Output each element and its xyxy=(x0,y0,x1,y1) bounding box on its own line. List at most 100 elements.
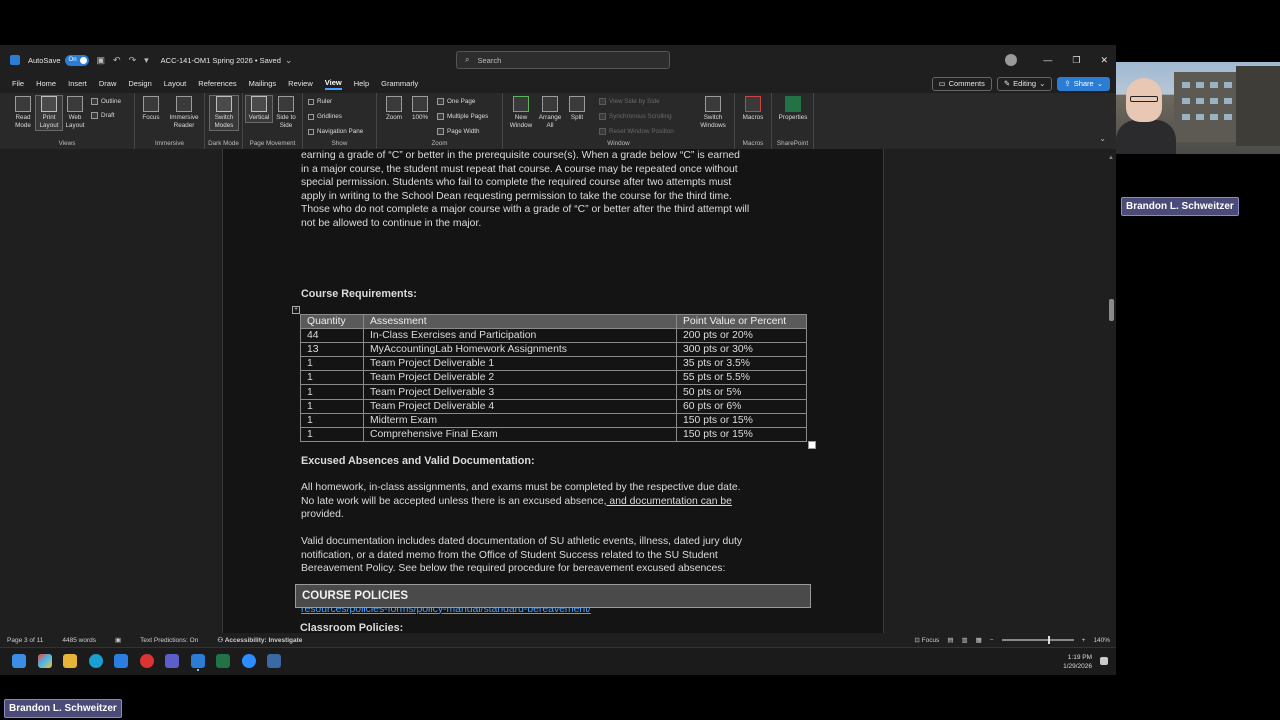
collapse-ribbon-icon[interactable]: ⌄ xyxy=(1099,134,1106,143)
text-run: can be xyxy=(700,495,732,507)
document-title[interactable]: ACC-141-OM1 Spring 2026 • Saved xyxy=(161,56,281,65)
text-line: not be allowed to continue in the major. xyxy=(301,217,482,229)
vertical-button[interactable]: Vertical xyxy=(245,95,273,123)
background-building-tower xyxy=(1236,66,1280,146)
table-row: 44 In-Class Exercises and Participation 20… xyxy=(300,328,807,344)
tab-grammarly[interactable]: Grammarly xyxy=(381,79,418,88)
synchronous-scrolling-button[interactable]: Synchronous Scrolling xyxy=(599,113,672,120)
table-cell: 13 xyxy=(300,342,364,358)
close-icon[interactable]: ✕ xyxy=(1100,55,1108,66)
copilot-icon[interactable] xyxy=(38,654,52,668)
account-avatar[interactable] xyxy=(1005,54,1018,66)
new-window-button[interactable]: New Window xyxy=(508,96,534,130)
tab-file[interactable]: File xyxy=(12,79,24,88)
outlook-icon[interactable] xyxy=(114,654,128,668)
immersive-group-label: Immersive xyxy=(154,140,185,147)
document-page[interactable]: earning a grade of “C” or better in the … xyxy=(222,149,884,633)
save-icon[interactable]: ▣ xyxy=(97,55,106,66)
tab-view[interactable]: View xyxy=(324,78,342,90)
macros-button[interactable]: Macros xyxy=(740,96,766,122)
zoom-button[interactable]: Zoom xyxy=(381,96,407,122)
customize-toolbar-icon[interactable]: ▾ xyxy=(144,55,149,66)
zoom-level[interactable]: 140% xyxy=(1093,637,1110,644)
focus-mode-button[interactable]: ⊡ Focus xyxy=(914,636,939,644)
tab-design[interactable]: Design xyxy=(128,79,151,88)
app-icon[interactable] xyxy=(267,654,281,668)
pdf-reader-icon[interactable] xyxy=(140,654,154,668)
one-page-button[interactable]: One Page xyxy=(437,98,475,105)
ruler-checkbox[interactable]: Ruler xyxy=(308,98,332,105)
file-explorer-icon[interactable] xyxy=(63,654,77,668)
print-layout-button[interactable]: Print Layout xyxy=(35,95,63,131)
table-cell: 55 pts or 5.5% xyxy=(676,370,807,386)
zoom-out-icon[interactable]: − xyxy=(990,637,994,644)
bereavement-link-continued[interactable]: resources/policies-forms/policy-manual/s… xyxy=(301,603,809,617)
reset-window-position-button[interactable]: Reset Window Position xyxy=(599,128,674,135)
immersive-reader-button[interactable]: Immersive Reader xyxy=(167,96,201,130)
word-count[interactable]: 4485 words xyxy=(62,637,96,644)
sun-icon xyxy=(216,96,232,112)
tab-home[interactable]: Home xyxy=(36,79,56,88)
system-clock[interactable]: 1:19 PM 1/29/2026 xyxy=(1063,653,1092,671)
tab-layout[interactable]: Layout xyxy=(164,79,187,88)
share-button[interactable]: ⇪ Share ⌄ xyxy=(1057,76,1110,91)
table-resize-handle[interactable] xyxy=(808,441,816,449)
text-line: provided. xyxy=(301,509,344,520)
sharepoint-group-label: SharePoint xyxy=(776,140,809,147)
switch-modes-button[interactable]: Switch Modes xyxy=(209,95,239,131)
tab-help[interactable]: Help xyxy=(354,79,369,88)
arrange-all-button[interactable]: Arrange All xyxy=(537,96,563,130)
side-to-side-button[interactable]: Side to Side xyxy=(273,96,299,130)
tab-insert[interactable]: Insert xyxy=(68,79,87,88)
tab-review[interactable]: Review xyxy=(288,79,313,88)
scroll-up-icon[interactable]: ▲ xyxy=(1108,155,1114,161)
read-mode-icon xyxy=(15,96,31,112)
tab-references[interactable]: References xyxy=(198,79,236,88)
minimize-icon[interactable]: — xyxy=(1043,55,1052,65)
print-layout-view-icon[interactable]: ▥ xyxy=(961,636,967,644)
draft-button[interactable]: Draft xyxy=(91,112,115,119)
vertical-scrollbar-thumb[interactable] xyxy=(1109,299,1114,321)
edge-icon[interactable] xyxy=(89,654,103,668)
web-layout-view-icon[interactable]: ▦ xyxy=(976,636,982,644)
tab-mailings[interactable]: Mailings xyxy=(249,79,277,88)
windows-start-icon[interactable] xyxy=(12,654,26,668)
notification-icon[interactable] xyxy=(1100,657,1108,665)
editing-mode-button[interactable]: ✎ Editing ⌄ xyxy=(996,76,1053,91)
properties-button[interactable]: Properties xyxy=(778,96,808,122)
page-width-button[interactable]: Page Width xyxy=(437,128,480,135)
tab-draw[interactable]: Draw xyxy=(99,79,117,88)
word-taskbar-icon[interactable] xyxy=(191,654,205,668)
gridlines-checkbox[interactable]: Gridlines xyxy=(308,113,342,120)
zoom-app-icon[interactable] xyxy=(242,654,256,668)
zoom-in-icon[interactable]: + xyxy=(1082,637,1086,644)
restore-icon[interactable]: ❐ xyxy=(1072,55,1080,66)
view-side-by-side-button[interactable]: View Side by Side xyxy=(599,98,660,105)
undo-icon[interactable]: ↶ xyxy=(113,55,121,66)
excel-icon[interactable] xyxy=(216,654,230,668)
accessibility-status[interactable]: ⚇ Accessibility: Investigate xyxy=(217,636,302,644)
outline-button[interactable]: Outline xyxy=(91,98,121,105)
proofing-icon[interactable]: ▣ xyxy=(115,636,121,644)
table-row: 1 Team Project Deliverable 2 55 pts or 5.5… xyxy=(300,370,807,386)
switch-windows-button[interactable]: Switch Windows xyxy=(695,96,731,130)
read-mode-button[interactable]: Read Mode xyxy=(10,96,36,130)
zoom-slider[interactable] xyxy=(1001,636,1074,644)
comments-button[interactable]: ▭ Comments xyxy=(931,76,992,91)
web-layout-button[interactable]: Web Layout xyxy=(62,96,88,130)
table-move-handle[interactable]: + xyxy=(292,306,300,314)
bereavement-link[interactable]: https://www.stevenson.edu/human- xyxy=(521,590,683,601)
chevron-down-icon[interactable]: ⌄ xyxy=(285,55,293,66)
read-mode-view-icon[interactable]: ▤ xyxy=(947,636,953,644)
page-count[interactable]: Page 3 of 11 xyxy=(7,637,43,644)
multiple-pages-button[interactable]: Multiple Pages xyxy=(437,113,488,120)
redo-icon[interactable]: ↷ xyxy=(129,55,137,66)
search-input[interactable]: ⌕ Search xyxy=(456,51,670,69)
zoom-100-button[interactable]: 100% xyxy=(407,96,433,122)
navigation-pane-checkbox[interactable]: Navigation Pane xyxy=(308,128,363,135)
teams-icon[interactable] xyxy=(165,654,179,668)
focus-button[interactable]: Focus xyxy=(138,96,164,122)
text-predictions-status[interactable]: Text Predictions: On xyxy=(140,637,198,644)
split-button[interactable]: Split xyxy=(564,96,590,122)
autosave-toggle[interactable]: On xyxy=(64,54,89,66)
